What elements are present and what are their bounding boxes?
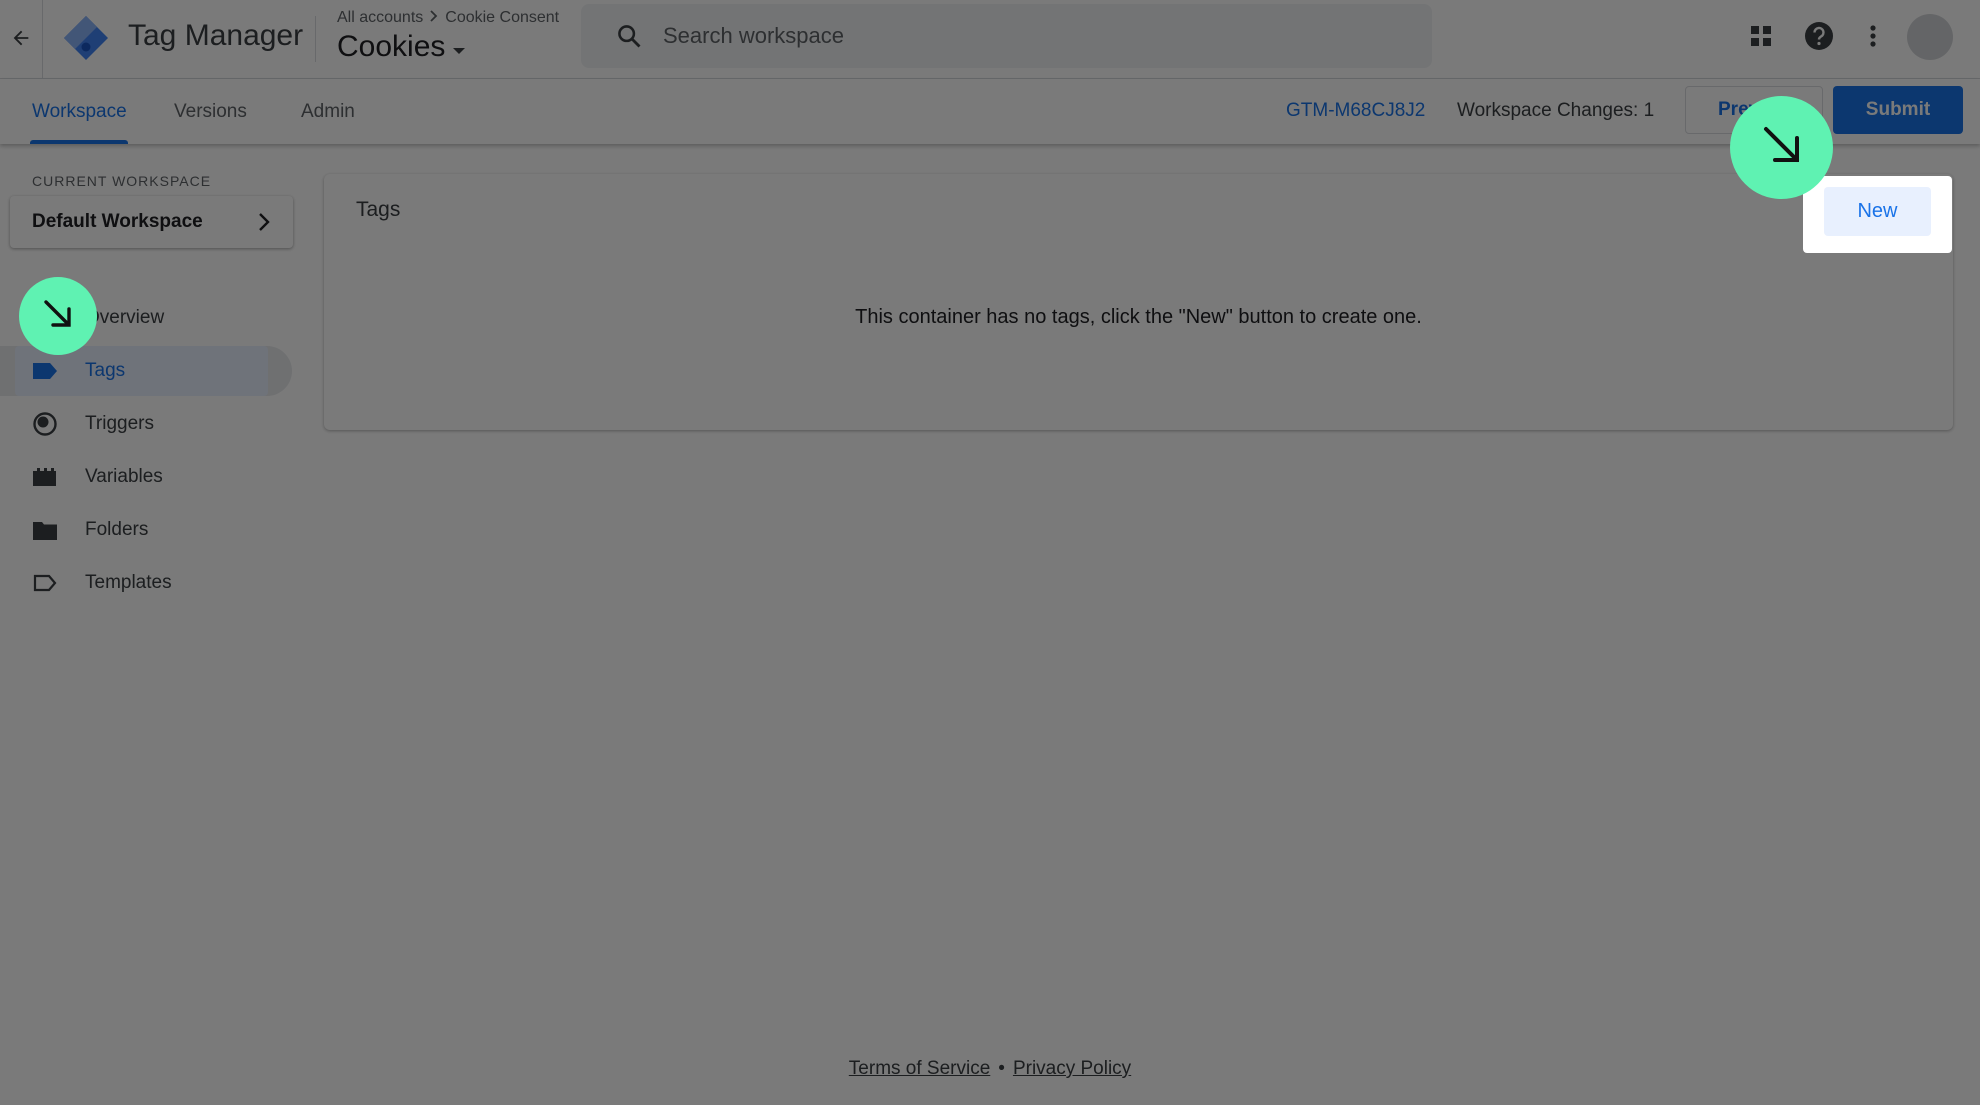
app-title: Tag Manager (128, 19, 304, 52)
search-input[interactable] (663, 23, 1363, 49)
new-tag-button[interactable]: New (1824, 187, 1931, 236)
guide-pointer-bubble (19, 277, 97, 355)
container-selector[interactable]: Cookies (337, 30, 467, 64)
folder-icon (32, 518, 58, 542)
more-vert-icon[interactable] (1853, 16, 1893, 56)
dim-overlay (0, 0, 1980, 1105)
arrow-down-right-icon (1760, 123, 1804, 172)
workspace-name: Default Workspace (32, 211, 203, 232)
variables-icon (32, 465, 58, 489)
footer-separator: • (998, 1058, 1005, 1079)
chevron-right-icon (429, 9, 439, 27)
dropdown-arrow-icon (451, 30, 467, 64)
sidebar-item-tags[interactable]: Tags (0, 346, 292, 396)
tab-workspace[interactable]: Workspace (32, 79, 127, 144)
workspace-changes-count: Workspace Changes: 1 (1457, 100, 1655, 121)
help-icon[interactable] (1799, 16, 1839, 56)
search-icon (613, 20, 645, 52)
sidebar-item-triggers[interactable]: Triggers (0, 399, 290, 449)
breadcrumb-all-accounts[interactable]: All accounts (337, 9, 423, 27)
terms-of-service-link[interactable]: Terms of Service (849, 1058, 990, 1079)
sidebar-item-folders[interactable]: Folders (0, 505, 290, 555)
sidebar-item-label: Folders (85, 519, 149, 540)
search-bar[interactable] (581, 4, 1432, 68)
divider (42, 0, 43, 79)
privacy-policy-link[interactable]: Privacy Policy (1013, 1058, 1131, 1079)
tab-label: Admin (301, 100, 355, 122)
tags-card: Tags This container has no tags, click t… (324, 174, 1953, 430)
sidebar-item-label: Variables (85, 466, 163, 487)
top-app-bar: Tag Manager All accounts Cookie Consent … (0, 0, 1980, 79)
tab-versions[interactable]: Versions (174, 79, 247, 144)
tab-label: Versions (174, 100, 247, 122)
arrow-down-right-icon (41, 297, 75, 336)
sidebar-item-label: Tags (85, 360, 126, 381)
current-workspace-label: CURRENT WORKSPACE (32, 173, 212, 189)
divider (315, 16, 316, 62)
sidebar-item-templates[interactable]: Templates (0, 558, 290, 608)
template-icon (32, 571, 58, 595)
breadcrumb-account[interactable]: Cookie Consent (445, 9, 559, 27)
workspace-selector[interactable]: Default Workspace (10, 196, 293, 248)
card-title: Tags (356, 198, 401, 221)
trigger-icon (32, 412, 58, 436)
breadcrumb: All accounts Cookie Consent (337, 9, 559, 27)
container-name: Cookies (337, 30, 446, 63)
active-tab-indicator (30, 140, 128, 144)
account-avatar[interactable] (1907, 14, 1953, 60)
empty-state-message: This container has no tags, click the "N… (855, 306, 1422, 328)
footer: Terms of Service • Privacy Policy (0, 1058, 1980, 1080)
sidebar-item-label: Templates (85, 572, 172, 593)
submit-button[interactable]: Submit (1833, 86, 1963, 134)
apps-grid-icon[interactable] (1741, 16, 1781, 56)
container-id-link[interactable]: GTM-M68CJ8J2 (1286, 100, 1425, 122)
tag-manager-logo (62, 14, 110, 62)
back-arrow-icon[interactable] (6, 20, 36, 56)
guide-pointer-bubble (1730, 96, 1833, 199)
tab-admin[interactable]: Admin (301, 79, 355, 144)
workspace-tab-bar: Workspace Versions Admin GTM-M68CJ8J2 Wo… (0, 79, 1980, 144)
tab-label: Workspace (32, 100, 127, 122)
tag-icon (32, 359, 58, 383)
sidebar-item-variables[interactable]: Variables (0, 452, 290, 502)
chevron-right-icon (253, 210, 275, 234)
sidebar-item-label: Triggers (85, 413, 154, 434)
